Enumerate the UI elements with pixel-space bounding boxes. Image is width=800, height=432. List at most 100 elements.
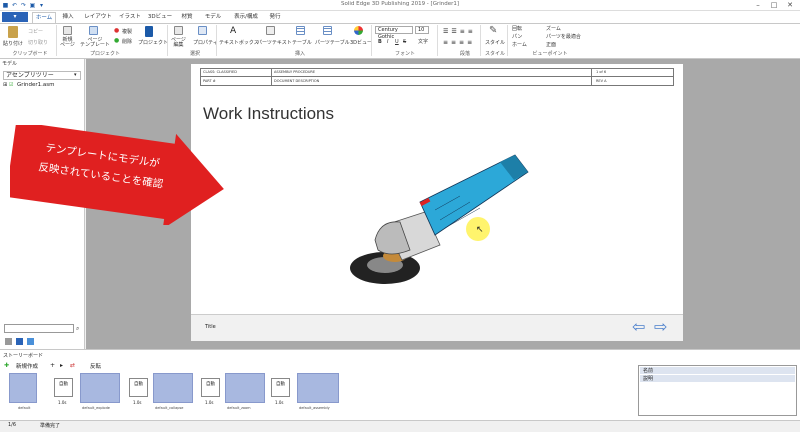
search-input[interactable] <box>4 324 74 333</box>
group-viewpoint: ビューポイント <box>532 51 568 57</box>
description-field[interactable]: 説明 <box>640 375 795 382</box>
invert-button[interactable]: 反転 <box>90 362 101 370</box>
redo-icon[interactable]: ↷ <box>20 2 27 9</box>
frame-label: default_zoom <box>227 406 251 410</box>
transition-box[interactable]: 自動 <box>201 378 220 397</box>
layer-view-icon[interactable] <box>16 338 23 345</box>
forward-arrow-icon[interactable]: ⇨ <box>654 317 667 336</box>
text-style-button[interactable]: 文字 <box>418 38 428 45</box>
close-button[interactable]: ✕ <box>782 0 798 11</box>
fit-parts-button[interactable]: パーツを最適合 <box>546 33 581 40</box>
tab-model[interactable]: モデル <box>201 12 225 23</box>
style-button[interactable]: スタイル <box>485 39 505 46</box>
parts-text-button[interactable]: パーツテキスト <box>257 39 292 46</box>
checkbox-icon[interactable]: ☑ <box>9 82 13 88</box>
page-template-button[interactable]: ページ テンプレート <box>80 38 110 48</box>
bold-button[interactable]: B <box>378 39 382 45</box>
print-icon[interactable]: ▣ <box>29 2 36 9</box>
page-edit-icon <box>174 26 183 37</box>
tab-display[interactable]: 表示/構成 <box>228 12 264 23</box>
frame-thumbnail[interactable] <box>9 373 37 403</box>
group-style: スタイル <box>484 51 505 57</box>
table-button[interactable]: テーブル <box>292 39 312 46</box>
cursor-icon: ↖ <box>476 225 484 235</box>
parts-table-button[interactable]: パーツテーブル <box>315 39 350 46</box>
tab-layout[interactable]: レイアウト <box>82 12 114 23</box>
frame-thumbnail[interactable] <box>80 373 120 403</box>
frame-thumbnail[interactable] <box>297 373 339 403</box>
transition-box[interactable]: 自動 <box>271 378 290 397</box>
tab-3dview[interactable]: 3Dビュー <box>146 12 174 23</box>
new-page-icon <box>63 26 72 37</box>
delete-icon: ● <box>114 37 120 44</box>
status-text: 準備完了 <box>40 423 61 429</box>
textbox-button[interactable]: テキストボックス <box>219 39 259 46</box>
delete-button[interactable]: 削除 <box>122 38 132 45</box>
group-clipboard: クリップボード <box>12 51 48 57</box>
tree-mode-select[interactable]: アセンブリツリー <box>3 71 81 80</box>
paste-button[interactable]: 貼り付け <box>3 40 23 47</box>
3dview-button[interactable]: 3Dビュー <box>350 39 372 46</box>
project-button[interactable]: プロジェクト <box>138 39 168 46</box>
font-family-select[interactable]: Century Gothic <box>375 26 413 40</box>
tab-illustration[interactable]: イラスト <box>116 12 144 23</box>
customize-icon[interactable]: ▾ <box>38 2 45 9</box>
textbox-icon: A <box>230 26 237 36</box>
footer-title[interactable]: Title <box>205 324 216 330</box>
tab-publish[interactable]: 発行 <box>266 12 284 23</box>
rotate-button[interactable]: 回転 <box>512 25 522 32</box>
strike-button[interactable]: S <box>403 39 406 45</box>
front-view-button[interactable]: 正面 <box>546 41 556 48</box>
tree-view-icon[interactable] <box>5 338 12 345</box>
list-icons[interactable]: ☰☰≡≡ <box>443 28 476 35</box>
search-icon[interactable]: ⌕ <box>76 325 79 333</box>
align-icons[interactable]: ≡≡≡≡ <box>443 39 475 46</box>
tab-material[interactable]: 材質 <box>176 12 198 23</box>
document-footer <box>191 314 683 341</box>
cut-button[interactable]: 切り取り <box>28 39 48 46</box>
expand-icon[interactable]: ⊞ <box>3 82 7 88</box>
frame-thumbnail[interactable] <box>153 373 193 403</box>
underline-button[interactable]: U <box>395 39 399 45</box>
transition-time: 1.0s <box>133 400 142 405</box>
font-size-select[interactable]: 10 <box>415 26 429 34</box>
duplicate-button[interactable]: 複製 <box>122 28 132 35</box>
transition-time: 1.0s <box>205 400 214 405</box>
filter-view-icon[interactable] <box>27 338 34 345</box>
zoom-button[interactable]: ズーム <box>546 25 561 32</box>
group-font: フォント <box>394 51 415 57</box>
add-icon[interactable]: + <box>50 362 55 369</box>
transition-box[interactable]: 自動 <box>54 378 73 397</box>
invert-icon: ⇄ <box>70 362 76 369</box>
new-page-button[interactable]: 新規 ページ <box>60 38 75 48</box>
duplicate-icon: ● <box>114 27 120 34</box>
frame-thumbnail[interactable] <box>225 373 265 403</box>
transition-box[interactable]: 自動 <box>129 378 148 397</box>
tab-insert[interactable]: 挿入 <box>58 12 78 23</box>
undo-icon[interactable]: ↶ <box>11 2 18 9</box>
style-icon: ✎ <box>489 25 498 36</box>
tab-home[interactable]: ホーム <box>32 12 56 23</box>
document-title[interactable]: Work Instructions <box>203 104 334 124</box>
parts-table-icon <box>323 26 332 37</box>
template-icon <box>89 26 98 37</box>
tree-item-assembly[interactable]: Grinder1.asm <box>17 82 55 88</box>
home-view-button[interactable]: ホーム <box>512 41 527 48</box>
storyboard-title: ストーリーボード <box>3 353 44 359</box>
app-menu-button[interactable]: ▾ <box>2 12 28 22</box>
minimize-button[interactable]: – <box>750 0 766 11</box>
copy-button[interactable]: コピー <box>28 28 43 35</box>
transition-time: 1.0s <box>58 400 67 405</box>
properties-button[interactable]: プロパティ <box>193 39 218 46</box>
pan-button[interactable]: パン <box>512 33 522 40</box>
italic-button[interactable]: I <box>387 39 388 45</box>
maximize-button[interactable]: □ <box>766 0 782 11</box>
grinder-model[interactable] <box>340 150 540 300</box>
next-icon[interactable]: ▸ <box>60 362 63 369</box>
page-edit-button[interactable]: ページ 編集 <box>171 38 186 48</box>
name-field[interactable]: 名前 <box>640 367 795 374</box>
create-new-button[interactable]: 新規作成 <box>16 362 38 370</box>
back-arrow-icon[interactable]: ⇦ <box>632 317 645 336</box>
save-icon[interactable]: ■ <box>2 2 9 9</box>
chevron-down-icon[interactable]: ▾ <box>74 72 77 78</box>
